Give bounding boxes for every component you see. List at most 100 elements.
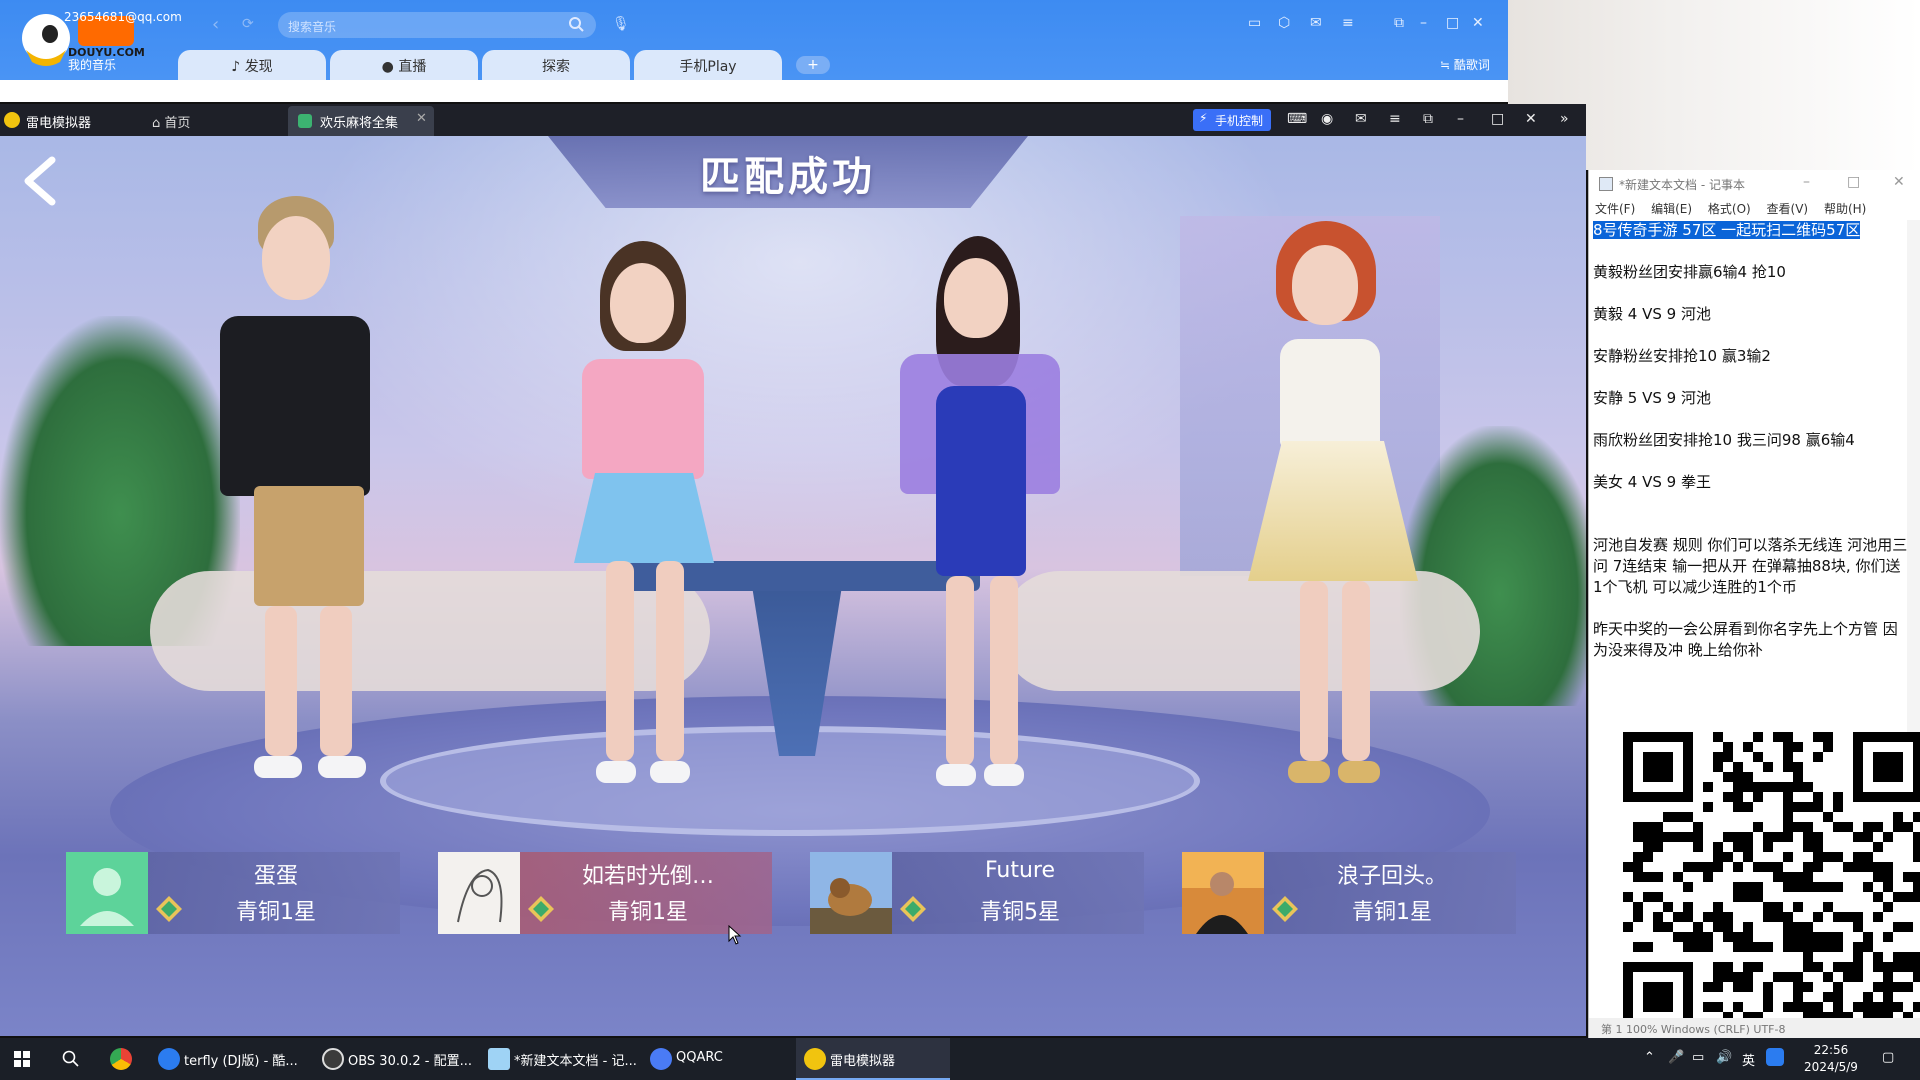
taskbar-search-icon[interactable] <box>62 1050 80 1068</box>
account-icon[interactable]: ◉ <box>1321 111 1333 127</box>
text-line <box>1593 367 1909 388</box>
tab-explore[interactable]: 探索 <box>482 50 630 80</box>
ime-indicator[interactable]: 英 <box>1742 1050 1755 1069</box>
chrome-icon[interactable] <box>110 1048 132 1070</box>
notepad-text-area[interactable]: 8号传奇手游 57区 一起玩扫二维码57区 黄毅粉丝团安排赢6输4 抢10 黄毅… <box>1593 220 1909 661</box>
text-line-selected: 8号传奇手游 57区 一起玩扫二维码57区 <box>1593 221 1861 239</box>
volume-icon[interactable]: 🔊 <box>1716 1050 1732 1065</box>
mouse-cursor-icon <box>728 925 742 945</box>
emulator-app-tab[interactable]: 欢乐麻将全集 ✕ <box>288 106 434 136</box>
taskbar-item-emulator[interactable]: 雷电模拟器 <box>796 1038 950 1080</box>
player-rank: 青铜1星 <box>608 900 688 925</box>
character-3 <box>880 236 1080 806</box>
dog-avatar-icon <box>810 852 892 934</box>
sketch-avatar-icon <box>438 852 520 934</box>
taskbar-item-notepad[interactable]: *新建文本文档 - 记... <box>480 1038 638 1080</box>
text-line <box>1593 409 1909 430</box>
taskbar-item-label: 雷电模拟器 <box>830 1054 896 1069</box>
text-line: 黄毅粉丝团安排赢6输4 抢10 <box>1593 263 1786 281</box>
text-line: 美女 4 VS 9 拳王 <box>1593 473 1711 491</box>
notepad-status-bar: 第 1 100% Windows (CRLF) UTF-8 <box>1589 1018 1920 1038</box>
taskbar-item-qqarc[interactable]: QQARC <box>642 1038 792 1080</box>
windows-start-icon[interactable] <box>14 1051 30 1067</box>
obs-icon <box>322 1048 344 1070</box>
notepad-taskbar-icon <box>488 1048 510 1070</box>
notepad-maximize-icon[interactable]: □ <box>1847 174 1860 190</box>
music-app-window: 23654681@qq.com DOUYU.COM 我的音乐 ‹ ⟳ 搜索音乐 … <box>0 0 1508 102</box>
menu-format[interactable]: 格式(O) <box>1708 202 1751 216</box>
man-avatar-icon <box>1182 852 1264 934</box>
notepad-minimize-icon[interactable]: – <box>1803 174 1810 190</box>
emulator-menu-icon[interactable]: ≡ <box>1389 111 1401 127</box>
clock[interactable]: 22:56 2024/5/9 <box>1796 1042 1866 1076</box>
bronze-rank-icon <box>1272 896 1298 922</box>
character-1 <box>170 196 400 796</box>
player-name: 浪子回头。 <box>1336 864 1447 889</box>
qq-tray-icon[interactable] <box>1766 1048 1784 1066</box>
back-arrow-icon[interactable]: ‹ <box>212 14 219 35</box>
tab-explore-label: 探索 <box>542 59 570 75</box>
lightning-icon: ⚡ <box>1199 111 1208 125</box>
kugou-icon <box>158 1048 180 1070</box>
music-search-input[interactable]: 搜索音乐 <box>278 12 596 38</box>
qqarc-icon <box>650 1048 672 1070</box>
menu-view[interactable]: 查看(V) <box>1767 202 1809 216</box>
emulator-maximize-icon[interactable]: □ <box>1491 111 1504 127</box>
player-card-2[interactable]: 如若时光倒… 青铜1星 <box>438 852 772 934</box>
back-arrow-icon[interactable] <box>18 156 62 206</box>
tab-live[interactable]: ● 直播 <box>330 50 478 80</box>
text-line <box>1593 325 1909 346</box>
microphone-icon[interactable]: 🎤 <box>1668 1050 1684 1065</box>
voice-search-icon[interactable]: 🎙 <box>612 16 630 32</box>
close-tab-icon[interactable]: ✕ <box>416 111 427 126</box>
notepad-close-icon[interactable]: ✕ <box>1893 174 1905 190</box>
taskbar: terfly (DJ版) - 酷... OBS 30.0.2 - 配置... *… <box>0 1038 1920 1080</box>
default-avatar-icon <box>66 852 148 934</box>
mail-icon[interactable]: ✉ <box>1310 15 1322 31</box>
tab-mobile-play-label: 手机Play <box>679 59 737 75</box>
skin-icon[interactable]: ⬡ <box>1278 15 1290 31</box>
add-tab-button[interactable]: + <box>796 56 830 74</box>
phone-control-button[interactable]: ⚡ 手机控制 <box>1193 109 1271 131</box>
menu-icon[interactable]: ≡ <box>1342 15 1354 31</box>
taskbar-item-kugou[interactable]: terfly (DJ版) - 酷... <box>150 1038 310 1080</box>
music-header: 23654681@qq.com DOUYU.COM 我的音乐 ‹ ⟳ 搜索音乐 … <box>0 0 1508 80</box>
emulator-mail-icon[interactable]: ✉ <box>1355 111 1367 127</box>
lyrics-button[interactable]: ≒ 酷歌词 <box>1440 56 1490 73</box>
tab-mobile-play[interactable]: 手机Play <box>634 50 782 80</box>
network-icon[interactable]: ▭ <box>1692 1050 1704 1065</box>
player-card-3[interactable]: Future 青铜5星 <box>810 852 1144 934</box>
emulator-home-tab[interactable]: ⌂ 首页 <box>152 112 190 131</box>
search-icon[interactable] <box>568 16 584 32</box>
tab-discover[interactable]: ♪ 发现 <box>178 50 326 80</box>
taskbar-item-obs[interactable]: OBS 30.0.2 - 配置... <box>314 1038 476 1080</box>
expand-sidebar-icon[interactable]: » <box>1560 111 1569 127</box>
mini-mode-icon[interactable]: ⧉ <box>1394 15 1404 31</box>
notepad-icon <box>1599 177 1613 191</box>
player-card-1[interactable]: 蛋蛋 青铜1星 <box>66 852 400 934</box>
emulator-minimize-icon[interactable]: – <box>1457 111 1464 127</box>
refresh-icon[interactable]: ⟳ <box>242 16 254 32</box>
player-rank: 青铜1星 <box>236 900 316 925</box>
menu-file[interactable]: 文件(F) <box>1595 202 1635 216</box>
gamepad-icon[interactable]: ⌨ <box>1287 111 1307 127</box>
emulator-logo-icon <box>4 112 20 128</box>
lyrics-label: 酷歌词 <box>1453 58 1490 72</box>
taskbar-item-label: terfly (DJ版) - 酷... <box>184 1054 298 1069</box>
emulator-close-icon[interactable]: ✕ <box>1525 111 1537 127</box>
tray-expand-icon[interactable]: ⌃ <box>1644 1050 1655 1065</box>
close-icon[interactable]: ✕ <box>1472 15 1484 31</box>
text-line: 安静 5 VS 9 河池 <box>1593 389 1711 407</box>
emulator-taskbar-icon <box>804 1048 826 1070</box>
notifications-icon[interactable]: ▢ <box>1882 1050 1894 1065</box>
menu-help[interactable]: 帮助(H) <box>1824 202 1866 216</box>
user-account[interactable]: 23654681@qq.com <box>64 10 182 24</box>
maximize-icon[interactable]: □ <box>1446 15 1459 31</box>
minimize-icon[interactable]: – <box>1420 15 1427 31</box>
notepad-window: *新建文本文档 - 记事本 – □ ✕ 文件(F) 编辑(E) 格式(O) 查看… <box>1588 170 1920 1038</box>
my-music-link[interactable]: 我的音乐 <box>68 56 116 73</box>
player-card-4[interactable]: 浪子回头。 青铜1星 <box>1182 852 1516 934</box>
menu-edit[interactable]: 编辑(E) <box>1651 202 1692 216</box>
restore-icon[interactable]: ⧉ <box>1423 111 1433 127</box>
screen-icon[interactable]: ▭ <box>1248 15 1261 31</box>
